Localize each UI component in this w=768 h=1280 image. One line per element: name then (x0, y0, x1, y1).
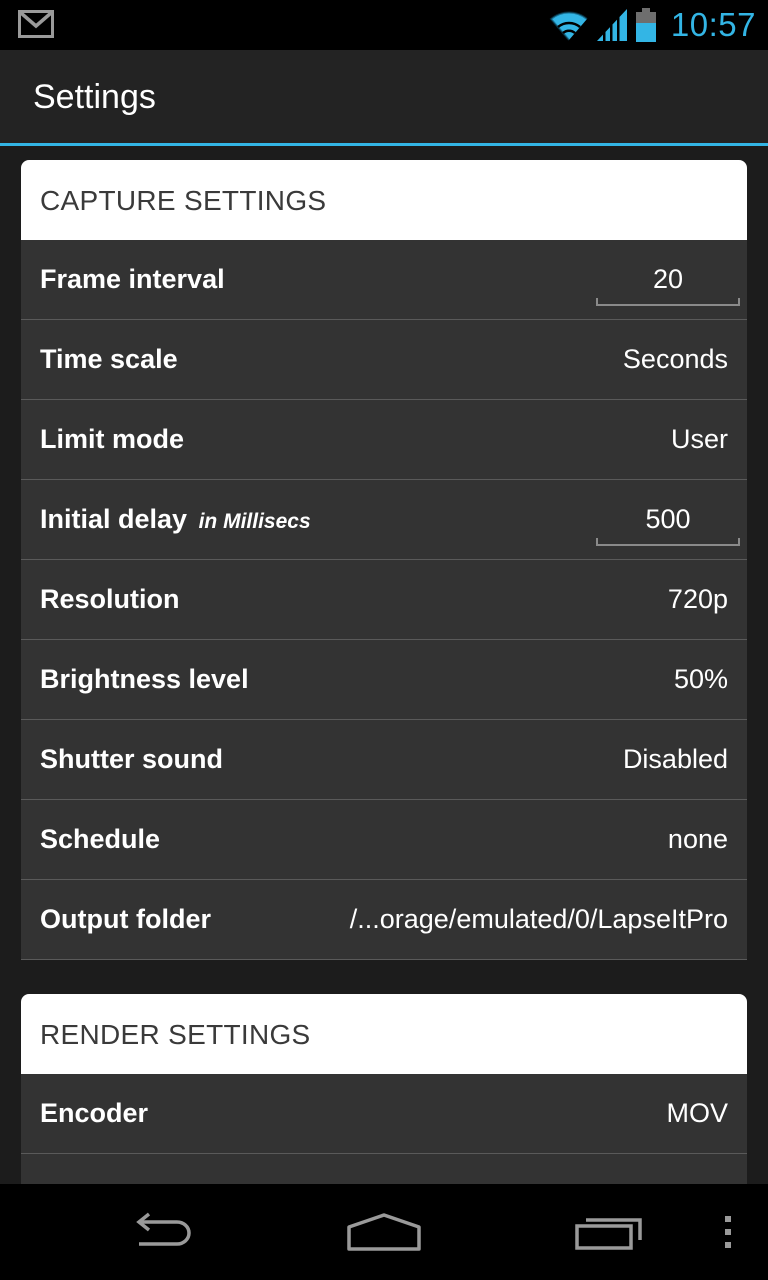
settings-content: CAPTURE SETTINGS Frame interval 20 Time … (0, 146, 768, 1184)
setting-row-schedule[interactable]: Schedule none (21, 800, 747, 880)
setting-label: Resolution (40, 584, 180, 614)
page-title: Settings (33, 78, 156, 116)
initial-delay-input[interactable]: 500 (596, 502, 740, 546)
setting-value: /...orage/emulated/0/LapseItPro (349, 904, 728, 934)
section-title: CAPTURE SETTINGS (40, 185, 327, 216)
setting-label: Encoder (40, 1098, 149, 1128)
capture-settings-header: CAPTURE SETTINGS (21, 160, 747, 240)
gmail-icon (18, 10, 54, 38)
setting-value: 50% (673, 664, 728, 694)
setting-label: Output folder (40, 904, 211, 934)
setting-label: Frame interval (40, 264, 225, 294)
capture-settings-card: CAPTURE SETTINGS Frame interval 20 Time … (21, 160, 747, 960)
overflow-menu-button[interactable] (706, 1184, 750, 1280)
setting-value: MOV (666, 1098, 728, 1128)
render-settings-header: RENDER SETTINGS (21, 994, 747, 1074)
input-underline (596, 538, 740, 546)
status-bar: 10:57 (0, 0, 768, 50)
action-bar: Settings (0, 50, 768, 143)
frame-interval-input[interactable]: 20 (596, 262, 740, 306)
setting-value: Seconds (622, 344, 728, 374)
section-title: RENDER SETTINGS (40, 1019, 311, 1050)
battery-icon (635, 8, 656, 42)
setting-row-brightness-level[interactable]: Brightness level 50% (21, 640, 747, 720)
setting-value: User (670, 424, 728, 454)
initial-delay-value: 500 (645, 504, 691, 534)
frame-interval-value: 20 (652, 264, 684, 294)
back-button[interactable] (110, 1184, 210, 1280)
setting-row-time-scale[interactable]: Time scale Seconds (21, 320, 747, 400)
setting-label: Schedule (40, 824, 161, 854)
setting-row-initial-delay[interactable]: Initial delay in Millisecs 500 (21, 480, 747, 560)
wifi-icon (549, 11, 588, 41)
setting-value: 720p (667, 584, 728, 614)
setting-row-resolution[interactable]: Resolution 720p (21, 560, 747, 640)
setting-label: Limit mode (40, 424, 185, 454)
setting-row-partial[interactable] (21, 1154, 747, 1184)
recent-apps-icon (575, 1218, 642, 1250)
setting-value: none (667, 824, 728, 854)
recent-apps-button[interactable] (560, 1184, 660, 1280)
setting-row-limit-mode[interactable]: Limit mode User (21, 400, 747, 480)
setting-label: Brightness level (40, 664, 249, 694)
setting-row-output-folder[interactable]: Output folder /...orage/emulated/0/Lapse… (21, 880, 747, 960)
setting-label: Initial delay in Millisecs (40, 504, 311, 535)
setting-row-shutter-sound[interactable]: Shutter sound Disabled (21, 720, 747, 800)
home-button[interactable] (334, 1184, 434, 1280)
status-time: 10:57 (670, 6, 756, 43)
setting-row-encoder[interactable]: Encoder MOV (21, 1074, 747, 1154)
navigation-bar (0, 1184, 768, 1280)
initial-delay-label: Initial delay (40, 504, 188, 534)
back-icon (136, 1212, 191, 1246)
setting-value: Disabled (622, 744, 728, 774)
initial-delay-unit: in Millisecs (198, 510, 311, 533)
setting-label: Shutter sound (40, 744, 223, 774)
home-icon (347, 1213, 421, 1251)
setting-row-frame-interval[interactable]: Frame interval 20 (21, 240, 747, 320)
signal-icon (596, 9, 627, 41)
overflow-menu-icon (725, 1216, 731, 1248)
setting-label: Time scale (40, 344, 178, 374)
status-icons: 10:57 (549, 0, 756, 50)
input-underline (596, 298, 740, 306)
render-settings-card: RENDER SETTINGS Encoder MOV (21, 994, 747, 1184)
